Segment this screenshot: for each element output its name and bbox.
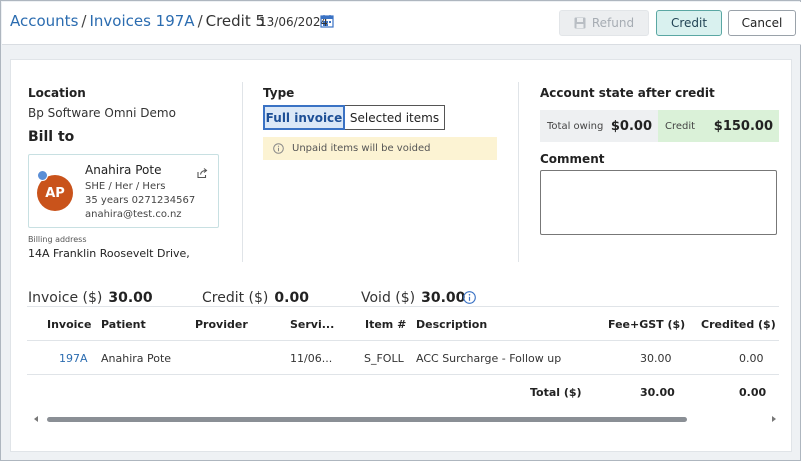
location-value: Bp Software Omni Demo xyxy=(28,106,176,120)
breadcrumb-accounts-link[interactable]: Accounts xyxy=(10,12,78,30)
void-total-value: 30.00 xyxy=(421,290,466,306)
void-total-label: Void ($) xyxy=(361,290,416,306)
bill-to-heading: Bill to xyxy=(28,129,75,145)
breadcrumb: Accounts / Invoices 197A / Credit 5 xyxy=(10,12,265,30)
credit-total: Credit ($) 0.00 xyxy=(202,290,309,306)
footer-credited-total: 0.00 xyxy=(739,386,767,399)
column-header-credited: Credited ($) xyxy=(701,318,776,331)
breadcrumb-separator: / xyxy=(197,12,203,30)
column-header-invoice: Invoice xyxy=(47,318,92,331)
credit-tile: Credit $150.00 xyxy=(658,110,779,142)
location-heading: Location xyxy=(28,86,86,100)
cancel-button-label: Cancel xyxy=(741,16,783,30)
column-header-fee: Fee+GST ($) xyxy=(608,318,686,331)
horizontal-scrollbar[interactable] xyxy=(30,414,776,424)
credit-tile-value: $150.00 xyxy=(713,118,773,134)
invoice-total-label: Invoice ($) xyxy=(28,290,103,306)
scroll-left-arrow-icon[interactable] xyxy=(34,416,38,422)
table-top-border xyxy=(27,306,779,307)
breadcrumb-separator: / xyxy=(81,12,87,30)
type-toggle: Full invoice Selected items xyxy=(263,105,445,130)
row-credited: 0.00 xyxy=(739,352,764,365)
void-notice: Unpaid items will be voided xyxy=(263,137,497,160)
column-header-patient: Patient xyxy=(101,318,146,331)
save-icon xyxy=(574,17,586,29)
patient-email: anahira@test.co.nz xyxy=(85,209,182,220)
refund-button[interactable]: Refund xyxy=(559,10,649,36)
total-owing-tile: Total owing $0.00 xyxy=(540,110,658,142)
credit-total-label: Credit ($) xyxy=(202,290,269,306)
calendar-icon[interactable] xyxy=(320,14,334,28)
invoice-total-value: 30.00 xyxy=(108,290,153,306)
void-info-icon[interactable] xyxy=(463,291,476,304)
billing-address-label: Billing address xyxy=(28,235,87,244)
credit-form-card: Location Bp Software Omni Demo Bill to A… xyxy=(10,59,792,452)
type-option-full-invoice[interactable]: Full invoice xyxy=(263,105,345,130)
row-item-code: S_FOLL xyxy=(364,352,404,365)
scrollbar-thumb[interactable] xyxy=(47,417,687,422)
row-fee: 30.00 xyxy=(640,352,672,365)
invoice-total: Invoice ($) 30.00 xyxy=(28,290,153,306)
billing-address-value: 14A Franklin Roosevelt Drive, xyxy=(28,247,190,260)
type-option-selected-items[interactable]: Selected items xyxy=(345,105,445,130)
row-description: ACC Surcharge - Follow up xyxy=(416,352,562,365)
patient-name: Anahira Pote xyxy=(85,163,162,177)
cancel-button[interactable]: Cancel xyxy=(728,10,796,36)
row-service-date: 11/06... xyxy=(290,352,333,365)
void-total: Void ($) 30.00 xyxy=(361,290,465,306)
credit-button[interactable]: Credit xyxy=(656,10,722,36)
comment-label: Comment xyxy=(540,152,605,166)
column-header-item: Item # xyxy=(365,318,407,331)
credit-total-value: 0.00 xyxy=(274,290,309,306)
column-header-provider: Provider xyxy=(195,318,248,331)
account-state-heading: Account state after credit xyxy=(540,86,715,100)
avatar-initials: AP xyxy=(45,185,65,201)
total-owing-value: $0.00 xyxy=(610,118,652,134)
header-bar: Accounts / Invoices 197A / Credit 5 13/06/20… xyxy=(2,2,801,45)
row-patient: Anahira Pote xyxy=(101,352,172,365)
refund-button-label: Refund xyxy=(591,16,635,30)
share-icon[interactable] xyxy=(196,167,208,179)
column-divider xyxy=(242,82,243,262)
info-icon xyxy=(273,143,284,154)
patient-age-phone: 35 years 0271234567 xyxy=(85,195,196,206)
credit-button-label: Credit xyxy=(670,16,708,30)
patient-pronouns: SHE / Her / Hers xyxy=(85,181,166,192)
header-divider xyxy=(27,340,779,341)
comment-textarea[interactable] xyxy=(540,170,777,235)
credit-tile-label: Credit xyxy=(665,120,696,132)
row-invoice-link[interactable]: 197A xyxy=(59,352,88,365)
window-frame: Accounts / Invoices 197A / Credit 5 13/06/20… xyxy=(0,0,801,461)
status-dot xyxy=(37,170,48,181)
footer-total-label: Total ($) xyxy=(530,386,582,399)
column-divider xyxy=(518,82,519,262)
scroll-right-arrow-icon[interactable] xyxy=(772,416,776,422)
column-header-service: Servi... xyxy=(290,318,335,331)
footer-fee-total: 30.00 xyxy=(640,386,675,399)
total-owing-label: Total owing xyxy=(547,120,604,132)
row-divider xyxy=(27,374,779,375)
void-notice-text: Unpaid items will be voided xyxy=(292,143,431,154)
type-heading: Type xyxy=(263,86,295,100)
breadcrumb-current: Credit 5 xyxy=(205,12,266,30)
credit-date[interactable]: 13/06/2024 xyxy=(259,15,328,29)
breadcrumb-invoice-link[interactable]: Invoices 197A xyxy=(89,12,194,30)
patient-card[interactable]: AP Anahira Pote SHE / Her / Hers 35 year… xyxy=(28,154,219,228)
column-header-description: Description xyxy=(416,318,488,331)
